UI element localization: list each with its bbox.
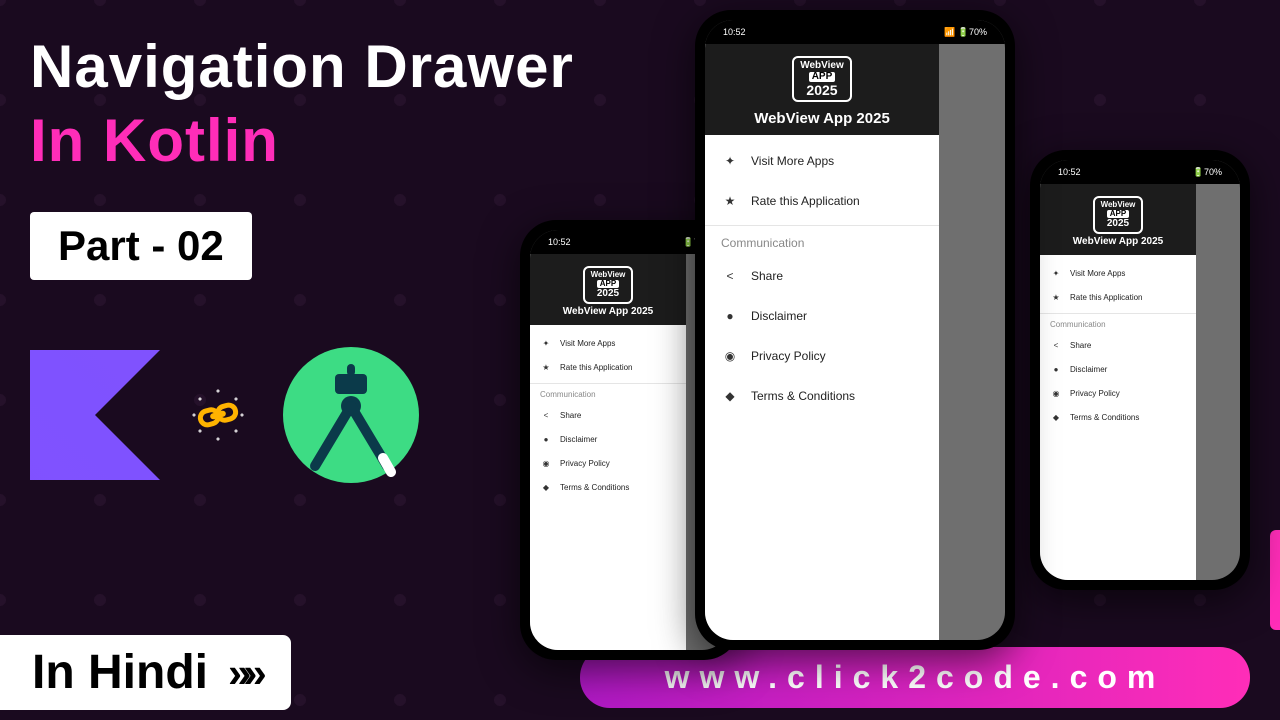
star-icon: ★ (721, 192, 739, 210)
status-bar: 10:52 📶 🔋70% (705, 20, 1005, 44)
apps-icon: ✦ (540, 337, 552, 349)
nav-item-rate[interactable]: ★Rate this Application (705, 181, 939, 221)
link-icon (188, 385, 248, 445)
app-title: WebView App 2025 (754, 110, 890, 127)
nav-item-privacy[interactable]: ◉Privacy Policy (530, 451, 686, 475)
nav-item-privacy[interactable]: ◉Privacy Policy (705, 336, 939, 376)
nav-item-terms[interactable]: ◆Terms & Conditions (1040, 405, 1196, 429)
nav-item-visit[interactable]: ✦Visit More Apps (530, 331, 686, 355)
hindi-badge: In Hindi »» (0, 635, 291, 710)
title-line-1: Navigation Drawer (30, 32, 574, 101)
nav-item-disclaimer[interactable]: ●Disclaimer (1040, 357, 1196, 381)
privacy-icon: ◉ (1050, 387, 1062, 399)
drawer-header: WebView APP 2025 WebView App 2025 (705, 44, 939, 135)
app-logo-icon: WebViewAPP2025 (1093, 196, 1144, 234)
logo-row (30, 340, 426, 490)
navigation-drawer: WebViewAPP2025 WebView App 2025 ✦Visit M… (530, 254, 686, 650)
nav-item-share[interactable]: <Share (705, 256, 939, 296)
privacy-icon: ◉ (540, 457, 552, 469)
nav-item-disclaimer[interactable]: ●Disclaimer (530, 427, 686, 451)
accent-bar (1270, 530, 1280, 630)
status-bar: 10:52🔋70% (1040, 160, 1240, 184)
nav-item-terms[interactable]: ◆Terms & Conditions (530, 475, 686, 499)
part-badge: Part - 02 (30, 212, 252, 280)
star-icon: ★ (540, 361, 552, 373)
info-icon: ● (540, 433, 552, 445)
share-icon: < (1050, 339, 1062, 351)
nav-item-share[interactable]: <Share (530, 403, 686, 427)
nav-item-visit[interactable]: ✦Visit More Apps (1040, 261, 1196, 285)
navigation-drawer: WebView APP 2025 WebView App 2025 ✦Visit… (705, 44, 939, 640)
star-icon: ★ (1050, 291, 1062, 303)
share-icon: < (540, 409, 552, 421)
share-icon: < (721, 267, 739, 285)
nav-item-visit[interactable]: ✦Visit More Apps (705, 141, 939, 181)
status-time: 10:52 (723, 27, 746, 37)
phone-mockup-large: 10:52 📶 🔋70% WebView APP 2025 WebView Ap… (695, 10, 1015, 650)
chevron-right-icon: »» (228, 649, 259, 697)
info-icon: ● (721, 307, 739, 325)
privacy-icon: ◉ (721, 347, 739, 365)
nav-item-privacy[interactable]: ◉Privacy Policy (1040, 381, 1196, 405)
terms-icon: ◆ (721, 387, 739, 405)
terms-icon: ◆ (540, 481, 552, 493)
phone-mockup-right: 10:52🔋70% WebViewAPP2025 WebView App 202… (1030, 150, 1250, 590)
apps-icon: ✦ (1050, 267, 1062, 279)
app-logo-icon: WebViewAPP2025 (583, 266, 634, 304)
android-studio-logo-icon (276, 340, 426, 490)
status-battery: 📶 🔋70% (944, 27, 987, 38)
nav-item-rate[interactable]: ★Rate this Application (530, 355, 686, 379)
title-line-2: In Kotlin (30, 106, 279, 175)
app-logo-icon: WebView APP 2025 (792, 56, 852, 102)
nav-item-disclaimer[interactable]: ●Disclaimer (705, 296, 939, 336)
nav-item-terms[interactable]: ◆Terms & Conditions (705, 376, 939, 416)
apps-icon: ✦ (721, 152, 739, 170)
nav-item-share[interactable]: <Share (1040, 333, 1196, 357)
navigation-drawer: WebViewAPP2025 WebView App 2025 ✦Visit M… (1040, 184, 1196, 580)
section-communication: Communication (705, 225, 939, 256)
hindi-label: In Hindi (32, 645, 208, 700)
kotlin-logo-icon (30, 350, 160, 480)
nav-item-rate[interactable]: ★Rate this Application (1040, 285, 1196, 309)
info-icon: ● (1050, 363, 1062, 375)
terms-icon: ◆ (1050, 411, 1062, 423)
